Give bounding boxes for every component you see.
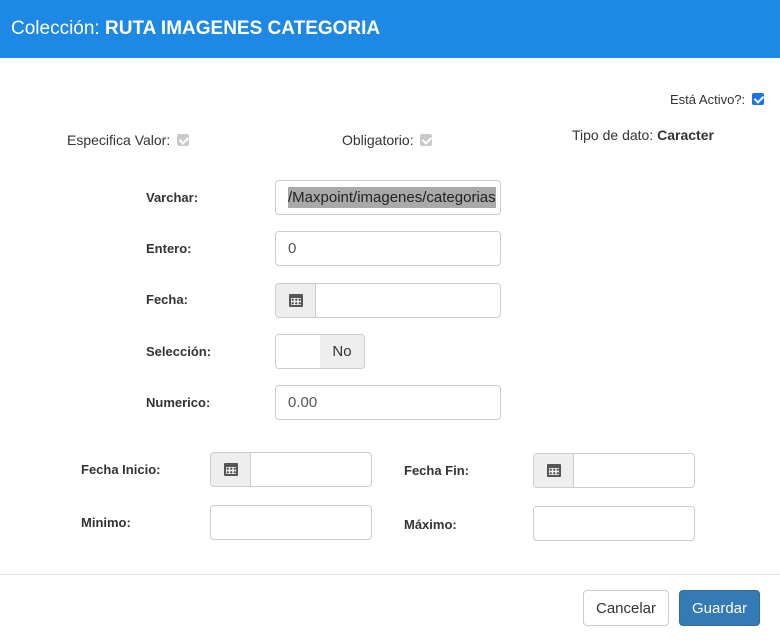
calendar-icon [546,464,561,477]
modal-header: Colección: RUTA IMAGENES CATEGORIA [0,0,780,58]
obligatorio-row: Obligatorio: [342,131,433,149]
especifica-valor-row: Especifica Valor: [67,131,190,149]
modal-title-name: RUTA IMAGENES CATEGORIA [105,18,381,39]
tipo-dato-row: Tipo de dato: Caracter [572,126,714,144]
calendar-icon [223,463,238,476]
fecha-input[interactable] [316,284,500,317]
fecha-inicio-input[interactable] [251,453,371,486]
fecha-inicio-label: Fecha Inicio: [81,462,161,477]
calendar-icon [288,294,303,307]
maximo-input[interactable] [533,506,695,541]
fecha-fin-label: Fecha Fin: [404,463,470,478]
fecha-fin-input[interactable] [574,454,694,487]
varchar-input[interactable]: /Maxpoint/imagenes/categorias [275,180,501,215]
fecha-calendar-button[interactable] [276,284,316,317]
especifica-valor-checkbox [177,134,190,146]
cancel-button[interactable]: Cancelar [583,590,669,626]
especifica-valor-label: Especifica Valor: [67,132,171,148]
save-button[interactable]: Guardar [679,590,760,626]
seleccion-label: Selección: [146,344,212,359]
seleccion-toggle-knob [276,335,320,368]
footer-divider [0,574,780,575]
activo-row: Está Activo?: [670,91,764,109]
fecha-label: Fecha: [146,292,188,307]
tipo-dato-value: Caracter [657,127,714,143]
obligatorio-checkbox [420,134,433,146]
entero-input[interactable]: 0 [275,231,501,266]
obligatorio-label: Obligatorio: [342,132,414,148]
fecha-input-group [275,283,501,318]
seleccion-toggle-state: No [320,335,364,368]
fecha-inicio-calendar-button[interactable] [211,453,251,486]
maximo-label: Máximo: [404,517,457,532]
activo-label: Está Activo?: [670,92,746,107]
tipo-dato-label: Tipo de dato: [572,127,654,143]
varchar-value: /Maxpoint/imagenes/categorias [288,187,496,208]
modal-title-prefix: Colección: [11,18,100,39]
numerico-label: Numerico: [146,395,211,410]
seleccion-toggle[interactable]: No [275,334,365,369]
minimo-label: Minimo: [81,515,131,530]
minimo-input[interactable] [210,505,372,540]
activo-checkbox[interactable] [751,93,764,105]
varchar-label: Varchar: [146,190,199,205]
fecha-fin-calendar-button[interactable] [534,454,574,487]
modal-title: Colección: RUTA IMAGENES CATEGORIA [11,18,380,40]
numerico-input[interactable]: 0.00 [275,385,501,420]
entero-label: Entero: [146,241,192,256]
fecha-fin-input-group [533,453,695,488]
fecha-inicio-input-group [210,452,372,487]
